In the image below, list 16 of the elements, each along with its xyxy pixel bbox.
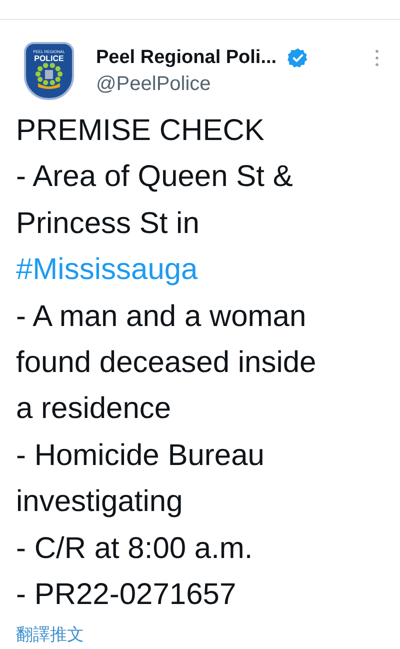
tweet-text-line: - PR22-0271657 bbox=[16, 578, 236, 612]
tweet-text-line: - Homicide Bureau bbox=[16, 438, 264, 472]
tweet-text-line: Princess St in bbox=[16, 206, 200, 240]
badge-title: POLICE bbox=[34, 54, 64, 63]
more-options-icon[interactable] bbox=[374, 48, 380, 68]
tweet-text-line: found deceased inside bbox=[16, 346, 316, 380]
wreath-icon bbox=[34, 63, 64, 89]
tweet-text-line: - Area of Queen St & bbox=[16, 160, 293, 194]
tweet-text-line: - A man and a woman bbox=[16, 300, 306, 333]
tweet-text-line: a residence bbox=[16, 392, 172, 426]
tweet-text-line: investigating bbox=[16, 485, 183, 518]
account-handle[interactable]: @PeelPolice bbox=[96, 72, 384, 96]
translate-link[interactable]: 翻譯推文 bbox=[16, 625, 84, 644]
tweet-text-line: PREMISE CHECK bbox=[16, 114, 264, 147]
tweet-text-line: - C/R at 8:00 a.m. bbox=[16, 532, 253, 565]
account-name[interactable]: Peel Regional Poli... bbox=[96, 46, 277, 68]
